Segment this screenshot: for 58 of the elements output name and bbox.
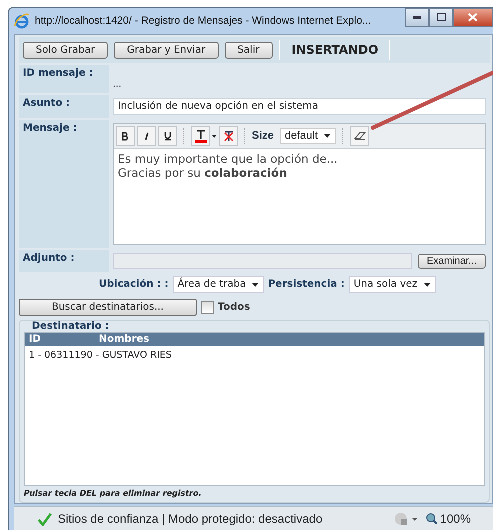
eraser-button[interactable]	[350, 126, 370, 146]
message-line: Gracias por su colaboración	[118, 166, 288, 180]
subject-field[interactable]: Inclusión de nueva opción en el sistema	[113, 98, 486, 115]
all-checkbox[interactable]	[201, 301, 214, 314]
size-dropdown[interactable]: default	[280, 128, 336, 144]
underline-button[interactable]	[158, 126, 177, 146]
clear-format-button[interactable]	[219, 126, 238, 146]
caret-icon	[252, 282, 260, 286]
caret-icon	[424, 282, 431, 286]
minimize-button[interactable]	[405, 8, 429, 26]
bold-button[interactable]	[116, 126, 135, 146]
option-dropdown[interactable]: Área de traba	[172, 276, 264, 293]
toolbar-button[interactable]: Salir	[224, 42, 273, 58]
field-label: Mensaje :	[19, 120, 109, 248]
id-value: ...	[113, 79, 123, 90]
eraser-icon	[354, 132, 366, 140]
field-label: ID mensaje :	[19, 65, 109, 93]
toolbar-button[interactable]: Grabar y Enviar	[114, 42, 219, 58]
browser-logo-icon	[14, 13, 30, 29]
checkbox-label: Todos	[218, 302, 250, 313]
italic-icon	[144, 132, 150, 140]
search-recipients-button[interactable]: Buscar destinatarios...	[19, 299, 197, 316]
security-icon[interactable]	[394, 512, 420, 526]
bold-icon	[122, 132, 129, 140]
close-icon	[468, 12, 478, 22]
message-line: Es muy importante que la opción de...	[118, 152, 339, 166]
close-button[interactable]	[453, 8, 493, 26]
status-text: Sitios de confianza | Modo protegido: desactivado	[58, 512, 324, 526]
hint-text: Pulsar tecla DEL para eliminar registro.	[24, 488, 203, 498]
minimize-icon	[413, 16, 421, 18]
file-path-field[interactable]	[113, 253, 412, 269]
caret-icon[interactable]	[212, 134, 217, 138]
clear-format-icon	[222, 130, 234, 142]
browse-button[interactable]: Examinar...	[418, 254, 486, 268]
mode-label: INSERTANDO	[278, 40, 390, 60]
zoom-icon	[426, 513, 438, 525]
panel-legend: Destinatario :	[32, 321, 110, 332]
caret-icon	[324, 134, 332, 138]
window-title: http://localhost:1420/ - Registro de Mensajes - Windows Internet Explo...	[35, 15, 372, 27]
text-color-icon	[194, 129, 208, 143]
size-label: Size	[252, 130, 274, 142]
italic-button[interactable]	[137, 126, 156, 146]
text-color-button[interactable]	[191, 126, 210, 146]
maximize-button[interactable]	[429, 8, 453, 26]
underline-icon	[164, 131, 172, 141]
maximize-icon	[436, 13, 446, 21]
check-icon	[38, 512, 52, 526]
table-row[interactable]: 1 - 06311190 - GUSTAVO RIES	[25, 346, 484, 361]
option-dropdown[interactable]: Una sola vez	[348, 276, 436, 293]
field-label: Adjunto :	[19, 250, 109, 272]
column-header: Nombres	[99, 334, 150, 345]
column-header: ID	[29, 334, 42, 345]
option-label: Persistencia :	[268, 279, 345, 290]
field-label: Asunto :	[19, 95, 109, 118]
toolbar-button[interactable]: Solo Grabar	[23, 42, 108, 58]
zoom-control[interactable]: 100%	[426, 512, 471, 526]
option-label: Ubicación : :	[99, 279, 169, 290]
rich-text-editor[interactable]: Size default Es muy importante que la opción de... Gracias por su colaboración	[113, 123, 486, 245]
